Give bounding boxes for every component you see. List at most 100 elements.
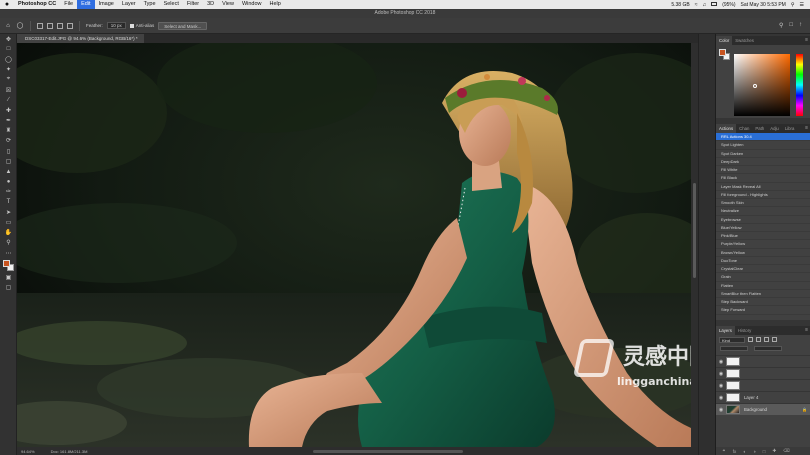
menu-app[interactable]: Photoshop CC xyxy=(14,0,60,9)
menu-image[interactable]: Image xyxy=(95,0,118,9)
layer-row[interactable]: ◉ Layer 4 xyxy=(716,391,810,403)
wifi-icon[interactable]: ≈ xyxy=(695,2,698,8)
quick-select-tool-icon[interactable]: ✦ xyxy=(0,65,17,75)
crop-tool-icon[interactable]: ⌖ xyxy=(0,75,17,85)
healing-brush-tool-icon[interactable]: ✚ xyxy=(0,105,17,115)
action-item[interactable]: Step Backward xyxy=(716,298,810,307)
tab-swatches[interactable]: Swatches xyxy=(732,36,757,45)
add-selection-icon[interactable] xyxy=(47,22,53,29)
move-tool-icon[interactable]: ✥ xyxy=(0,34,17,44)
frame-tool-icon[interactable]: ☒ xyxy=(0,85,17,95)
action-item[interactable]: Flatten xyxy=(716,282,810,290)
action-item[interactable]: CrystalClear xyxy=(716,265,810,274)
marquee-tool-icon[interactable]: □ xyxy=(0,44,17,54)
intersect-selection-icon[interactable] xyxy=(67,22,73,29)
blend-mode-select[interactable] xyxy=(720,345,748,351)
screen-mode-icon[interactable]: ▢ xyxy=(0,282,17,292)
search-icon[interactable]: ⚲ xyxy=(779,22,783,29)
action-item[interactable]: Spot Darken xyxy=(716,150,810,158)
workspace-icon[interactable]: □ xyxy=(789,22,793,29)
color-swatches[interactable] xyxy=(0,258,17,272)
eyedropper-tool-icon[interactable]: ∕ xyxy=(0,95,17,105)
hand-tool-icon[interactable]: ✋ xyxy=(0,228,17,238)
foreground-color-swatch[interactable] xyxy=(719,49,726,56)
action-item[interactable]: Fill White xyxy=(716,166,810,175)
mask-icon[interactable]: ◐ xyxy=(743,449,746,454)
folder-icon[interactable]: □ xyxy=(763,449,766,454)
volume-icon[interactable]: ♫ xyxy=(702,2,706,8)
visibility-eye-icon[interactable]: ◉ xyxy=(716,383,726,389)
action-item[interactable]: Layer Mask Reveal All xyxy=(716,183,810,191)
layer-row[interactable]: ◉ xyxy=(716,379,810,391)
home-icon[interactable]: ⌂ xyxy=(4,22,12,30)
lock-icon[interactable]: 🔒 xyxy=(802,407,807,412)
fx-icon[interactable]: fx xyxy=(733,449,737,454)
action-item[interactable]: Fill foreground - Highlights xyxy=(716,191,810,199)
kind-filter[interactable]: Kind xyxy=(719,336,745,343)
saturation-field[interactable] xyxy=(734,54,790,116)
menu-layer[interactable]: Layer xyxy=(118,0,140,9)
action-item[interactable]: Spot Lighten xyxy=(716,141,810,150)
tab-history[interactable]: History xyxy=(735,326,754,335)
filter-type-icon[interactable] xyxy=(764,337,769,342)
opacity-field[interactable] xyxy=(754,345,782,351)
feather-input[interactable]: 10 px xyxy=(106,22,126,29)
doc-info[interactable]: Doc: 161.8M/211.3M xyxy=(51,449,88,454)
scroll-thumb[interactable] xyxy=(693,183,696,278)
action-item[interactable]: Purple/Yellow xyxy=(716,240,810,249)
tab-paths[interactable]: Path xyxy=(752,124,767,133)
document-tab[interactable]: DSC03317-Edit.JPG @ 94.6% (Background, R… xyxy=(17,34,144,43)
dodge-tool-icon[interactable]: ● xyxy=(0,177,17,187)
action-item[interactable]: Fill Black xyxy=(716,174,810,183)
menu-type[interactable]: Type xyxy=(140,0,160,9)
pen-tool-icon[interactable]: ✑ xyxy=(0,187,17,197)
tab-layers[interactable]: Layers xyxy=(716,326,735,335)
eraser-tool-icon[interactable]: ▯ xyxy=(0,146,17,156)
action-item[interactable]: Smooth Skin xyxy=(716,199,810,208)
tab-channels[interactable]: Chan xyxy=(736,124,752,133)
tab-adjustments[interactable]: Adju xyxy=(767,124,782,133)
zoom-level[interactable]: 94.64% xyxy=(21,449,35,454)
menu-filter[interactable]: Filter xyxy=(183,0,203,9)
action-item[interactable]: DuoTone xyxy=(716,257,810,265)
hue-slider[interactable] xyxy=(796,54,803,116)
menu-view[interactable]: View xyxy=(218,0,238,9)
brush-tool-icon[interactable]: ✒ xyxy=(0,116,17,126)
share-icon[interactable]: ↑ xyxy=(799,22,802,29)
trash-icon[interactable]: ⌫ xyxy=(783,448,789,454)
history-brush-tool-icon[interactable]: ⟳ xyxy=(0,136,17,146)
notification-icon[interactable]: ☰ xyxy=(800,2,804,8)
gradient-tool-icon[interactable]: ▢ xyxy=(0,156,17,166)
new-layer-icon[interactable]: ✚ xyxy=(772,448,776,454)
layer-row[interactable]: ◉ xyxy=(716,367,810,379)
path-select-tool-icon[interactable]: ➤ xyxy=(0,207,17,217)
clone-stamp-tool-icon[interactable]: ♜ xyxy=(0,126,17,136)
horizontal-scrollbar[interactable] xyxy=(313,449,464,453)
panel-menu-icon[interactable]: ≡ xyxy=(805,124,810,133)
foreground-color-swatch[interactable] xyxy=(3,260,10,268)
action-item[interactable]: SmartBlur then Flatten xyxy=(716,290,810,298)
visibility-eye-icon[interactable]: ◉ xyxy=(716,407,726,413)
menu-help[interactable]: Help xyxy=(266,0,285,9)
menu-select[interactable]: Select xyxy=(160,0,183,9)
new-selection-icon[interactable] xyxy=(37,22,43,29)
blur-tool-icon[interactable]: ▲ xyxy=(0,166,17,176)
lasso-tool-icon[interactable]: ◯ xyxy=(0,54,17,64)
select-and-mask-button[interactable]: Select and Mask... xyxy=(158,21,208,30)
action-item[interactable]: Eyebrowse xyxy=(716,216,810,224)
shape-tool-icon[interactable]: ▭ xyxy=(0,217,17,227)
action-item[interactable]: Brown/Yellow xyxy=(716,249,810,257)
tab-color[interactable]: Color xyxy=(716,36,733,45)
document-canvas[interactable]: 灵感中国 lingganchina.com xyxy=(17,43,691,447)
action-item[interactable]: RRL Actions 30.4 xyxy=(716,133,810,142)
visibility-eye-icon[interactable]: ◉ xyxy=(716,395,726,401)
tab-libraries[interactable]: Libra xyxy=(782,124,798,133)
more-tools-icon[interactable]: ⋯ xyxy=(0,248,17,258)
subtract-selection-icon[interactable] xyxy=(57,22,63,29)
vertical-scrollbar[interactable] xyxy=(691,43,698,447)
lasso-preset-icon[interactable]: ◯ xyxy=(16,22,24,30)
action-item[interactable]: Step Forward xyxy=(716,306,810,315)
spotlight-icon[interactable]: ⚲ xyxy=(791,2,795,8)
action-item[interactable]: Blue/Yellow xyxy=(716,224,810,232)
panel-menu-icon[interactable]: ≡ xyxy=(805,36,810,45)
